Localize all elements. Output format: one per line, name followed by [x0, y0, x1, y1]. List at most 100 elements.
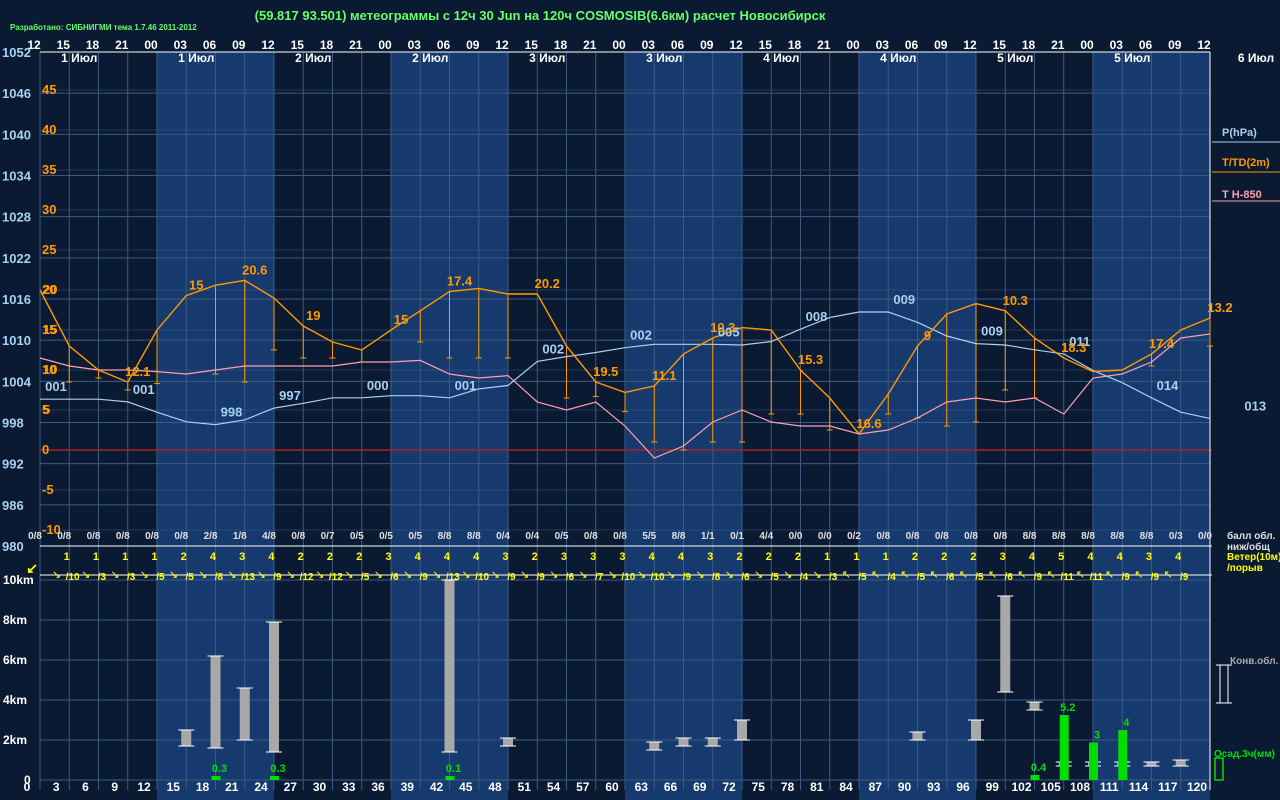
temperature-value-label: 15.3: [798, 352, 823, 367]
pressure-value-label: 001: [133, 382, 155, 397]
hour-tick-label: 18: [788, 38, 802, 52]
chart-title: (59.817 93.501) метеограммы с 12ч 30 Jun…: [255, 8, 826, 23]
forecast-hour-label: 57: [576, 780, 590, 794]
cloud-cover-label: 0/8: [28, 531, 42, 542]
wind-direction-arrow: ↖: [871, 569, 880, 581]
precipitation-value-label: 5.2: [1060, 702, 1075, 714]
legend-wind-label-2: /порыв: [1227, 563, 1263, 574]
forecast-hour-label: 15: [167, 780, 181, 794]
cloud-cover-label: 0/8: [116, 531, 130, 542]
forecast-hour-label: 6: [82, 780, 89, 794]
temperature-tick-label: -5: [42, 482, 54, 497]
temperature-tick-label: 40: [42, 122, 56, 137]
convective-cloud-bar: [678, 738, 689, 746]
cloud-cover-label: 0/4: [525, 531, 539, 542]
wind-direction-arrow: ↘: [579, 569, 588, 581]
pressure-tick-label: 1028: [2, 210, 31, 225]
wind-gust-label: /9: [1121, 572, 1130, 583]
wind-speed-label: 3: [619, 551, 625, 563]
wind-speed-label: 3: [1000, 551, 1006, 563]
hour-tick-label: 00: [144, 38, 158, 52]
wind-direction-arrow: ↘: [549, 569, 558, 581]
wind-speed-label: 2: [532, 551, 538, 563]
wind-direction-arrow: ↘: [257, 569, 266, 581]
convective-cloud-bar: [912, 732, 923, 740]
hour-tick-label: 15: [759, 38, 773, 52]
forecast-hour-label: 60: [605, 780, 619, 794]
wind-speed-label: 3: [707, 551, 713, 563]
day-label: 6 Июл: [1238, 51, 1274, 65]
forecast-hour-label: 117: [1158, 780, 1178, 794]
wind-speed-label: 5: [1058, 551, 1064, 563]
pressure-value-label: 000: [367, 378, 389, 393]
pressure-value-label: 997: [279, 388, 301, 403]
hour-tick-label: 21: [1051, 38, 1065, 52]
legend-wind-label: Ветер(10м): [1227, 552, 1280, 563]
wind-gust-label: /10: [475, 572, 489, 583]
pressure-value-label: 002: [630, 328, 652, 343]
forecast-hour-label: 51: [518, 780, 532, 794]
wind-direction-arrow: ↘: [228, 569, 237, 581]
wind-gust-label: /9: [273, 572, 282, 583]
wind-gust-label: /9: [1034, 572, 1043, 583]
legend-t850-label: T H-850: [1222, 189, 1262, 201]
hour-tick-label: 03: [408, 38, 422, 52]
hour-tick-label: 21: [349, 38, 363, 52]
cloud-cover-label: 8/8: [438, 531, 452, 542]
cloud-cover-label: 0/8: [145, 531, 159, 542]
wind-speed-label: 2: [181, 551, 187, 563]
cloud-cover-label: 8/8: [672, 531, 686, 542]
wind-speed-label: 3: [590, 551, 596, 563]
cloud-cover-label: 8/8: [467, 531, 481, 542]
legend-convective-label: Конв.обл.: [1230, 655, 1279, 667]
forecast-hour-label: 93: [927, 780, 941, 794]
wind-gust-label: /8: [712, 572, 721, 583]
cloud-cover-label: 8/8: [1023, 531, 1037, 542]
day-label: 4 Июл: [763, 51, 799, 65]
forecast-hour-label: 66: [664, 780, 678, 794]
day-label: 5 Июл: [1114, 51, 1150, 65]
hour-tick-label: 15: [525, 38, 539, 52]
forecast-hour-label: 72: [722, 780, 736, 794]
wind-direction-arrow: ↘: [783, 569, 792, 581]
wind-speed-label: 2: [766, 551, 772, 563]
wind-gust-label: /9: [507, 572, 516, 583]
forecast-hour-label: 48: [488, 780, 502, 794]
wind-gust-label: /5: [185, 572, 194, 583]
convective-cloud-bar: [503, 738, 513, 746]
precipitation-value-label: 4: [1123, 717, 1130, 729]
wind-direction-arrow: ↘: [637, 569, 646, 581]
forecast-hour-label: 42: [430, 780, 444, 794]
wind-gust-label: /10: [621, 572, 635, 583]
hour-tick-label: 03: [642, 38, 656, 52]
wind-gust-label: /5: [361, 572, 370, 583]
wind-direction-arrow: ↘: [462, 569, 471, 581]
wind-gust-label: /6: [566, 572, 575, 583]
cloud-cover-label: 0/8: [87, 531, 101, 542]
wind-direction-arrow: ↘: [81, 569, 90, 581]
wind-gust-label: /4: [800, 572, 809, 583]
day-label: 2 Июл: [295, 51, 331, 65]
precipitation-value-label: 0.3: [212, 763, 227, 775]
pressure-tick-label: 998: [2, 416, 24, 431]
hour-tick-label: 09: [700, 38, 714, 52]
cloud-cover-label: 0/1: [730, 531, 744, 542]
forecast-hour-label: 114: [1129, 780, 1149, 794]
wind-direction-arrow: ↖: [959, 569, 968, 581]
precipitation-bar: [270, 776, 279, 780]
day-label: 3 Июл: [646, 51, 682, 65]
wind-speed-label: 4: [1117, 551, 1124, 563]
hour-tick-label: 15: [993, 38, 1007, 52]
wind-speed-label: 2: [356, 551, 362, 563]
pressure-value-label: 013: [1244, 398, 1266, 413]
wind-speed-label: 4: [268, 551, 275, 563]
convective-cloud-bar: [1175, 760, 1186, 766]
wind-speed-label: 1: [853, 551, 859, 563]
day-label: 1 Июл: [61, 51, 97, 65]
wind-direction-arrow: ↘: [520, 569, 529, 581]
temperature-value-label: 13.2: [1207, 300, 1232, 315]
wind-speed-label: 4: [649, 551, 656, 563]
forecast-hour-label: 120: [1187, 780, 1207, 794]
day-label: 1 Июл: [178, 51, 214, 65]
wind-direction-arrow: ↘: [315, 569, 324, 581]
